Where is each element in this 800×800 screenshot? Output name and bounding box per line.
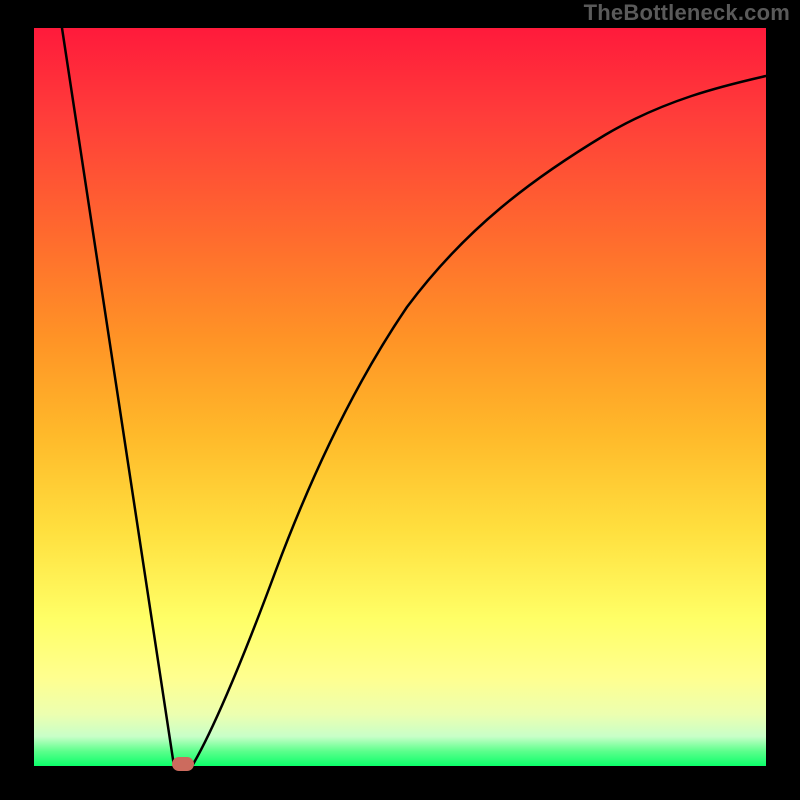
optimal-point-marker: [172, 757, 194, 771]
chart-frame: TheBottleneck.com: [0, 0, 800, 800]
watermark-text: TheBottleneck.com: [584, 0, 790, 26]
bottleneck-curve-path: [62, 28, 766, 766]
curve-svg: [34, 28, 766, 766]
plot-area: [34, 28, 766, 766]
